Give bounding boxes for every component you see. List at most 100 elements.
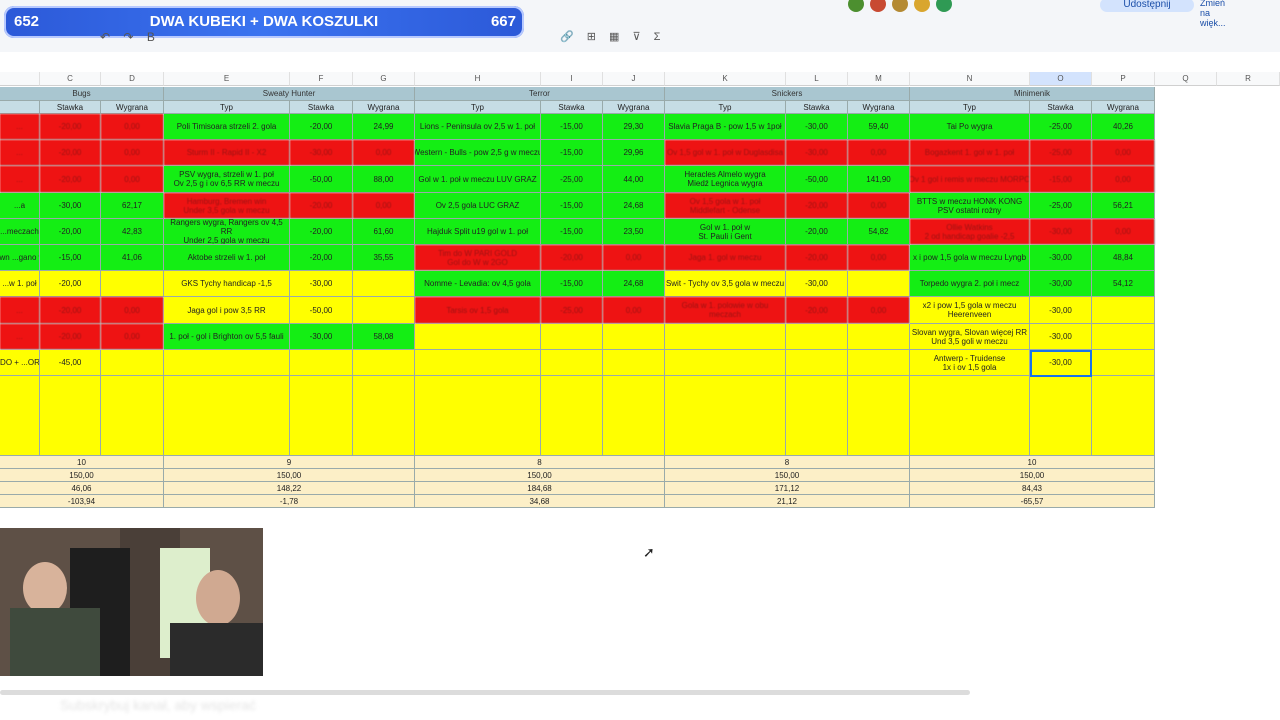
bet-type-cell[interactable]: x2 i pow 1,5 gola w meczu Heerenveen <box>910 297 1030 324</box>
extension-icon[interactable] <box>870 0 886 12</box>
empty-bet-cell[interactable] <box>40 376 101 456</box>
bet-type-cell[interactable]: Gola w 1. polowie w obu meczach <box>665 297 786 324</box>
win-cell[interactable] <box>353 271 415 297</box>
win-cell[interactable]: 0,00 <box>1092 219 1155 245</box>
bet-type-cell[interactable]: Nomme - Levadia: ov 4,5 gola <box>415 271 541 297</box>
bet-type-cell[interactable]: Hajduk Split u19 gol w 1. poł <box>415 219 541 245</box>
stake-cell[interactable]: -25,00 <box>541 297 603 324</box>
win-cell[interactable]: 0,00 <box>101 140 164 166</box>
bet-type-cell[interactable]: ...w 1. poł <box>0 271 40 297</box>
stake-cell[interactable]: -20,00 <box>290 245 353 271</box>
stake-cell[interactable] <box>541 324 603 350</box>
bet-type-cell[interactable] <box>665 350 786 376</box>
win-cell[interactable]: 0,00 <box>603 245 665 271</box>
empty-bet-cell[interactable] <box>1092 376 1155 456</box>
empty-bet-cell[interactable] <box>164 376 290 456</box>
bet-type-cell[interactable]: Poli Timisoara strzeli 2. gola <box>164 114 290 140</box>
extension-icon[interactable] <box>914 0 930 12</box>
bet-type-cell[interactable]: ... <box>0 114 40 140</box>
stake-cell[interactable]: -30,00 <box>786 271 848 297</box>
bet-type-cell[interactable]: ... <box>0 140 40 166</box>
stake-cell[interactable]: -30,00 <box>40 193 101 219</box>
bet-type-cell[interactable]: Rangers wygra, Rangers ov 4,5 RR Under 2,… <box>164 219 290 245</box>
column-header-r[interactable]: R <box>1217 72 1280 86</box>
bet-type-cell[interactable]: Ov 1 gol i remis w meczu MORPO <box>910 166 1030 193</box>
win-cell[interactable]: 0,00 <box>848 297 910 324</box>
stake-cell[interactable]: -30,00 <box>1030 245 1092 271</box>
bet-type-cell[interactable] <box>665 324 786 350</box>
stake-cell[interactable]: -50,00 <box>290 166 353 193</box>
win-cell[interactable]: 0,00 <box>101 297 164 324</box>
stake-cell[interactable]: -30,00 <box>1030 271 1092 297</box>
stake-cell[interactable]: -20,00 <box>40 166 101 193</box>
win-cell[interactable] <box>101 350 164 376</box>
stake-cell[interactable]: -30,00 <box>1030 297 1092 324</box>
stake-cell[interactable]: -30,00 <box>290 324 353 350</box>
bet-type-cell[interactable]: Tim do W PARI GOLD Gol do W w 2GO <box>415 245 541 271</box>
win-cell[interactable]: 61,60 <box>353 219 415 245</box>
stake-cell[interactable]: -30,00 <box>290 271 353 297</box>
empty-bet-cell[interactable] <box>1030 376 1092 456</box>
bet-type-cell[interactable]: Tarsis ov 1,5 gola <box>415 297 541 324</box>
stake-cell[interactable]: -20,00 <box>40 219 101 245</box>
stake-cell[interactable]: -30,00 <box>786 114 848 140</box>
win-cell[interactable] <box>353 350 415 376</box>
win-cell[interactable] <box>848 350 910 376</box>
win-cell[interactable]: 29,30 <box>603 114 665 140</box>
win-cell[interactable] <box>1092 297 1155 324</box>
undo-icon[interactable]: ↶ <box>100 30 110 44</box>
win-cell[interactable]: 0,00 <box>1092 140 1155 166</box>
bet-type-cell[interactable]: PSV wygra, strzeli w 1. poł Ov 2,5 g i ov… <box>164 166 290 193</box>
bet-type-cell[interactable]: Swit - Tychy ov 3,5 gola w meczu <box>665 271 786 297</box>
bet-type-cell[interactable]: Ov 2,5 gola LUC GRAZ <box>415 193 541 219</box>
stake-cell[interactable]: -20,00 <box>40 324 101 350</box>
win-cell[interactable] <box>603 324 665 350</box>
bet-type-cell[interactable]: ... <box>0 166 40 193</box>
win-cell[interactable] <box>1092 324 1155 350</box>
bet-type-cell[interactable]: Ov 1,5 gol w 1. poł w Duglasdisa <box>665 140 786 166</box>
stake-cell[interactable]: -20,00 <box>40 140 101 166</box>
column-header-e[interactable]: E <box>164 72 290 86</box>
empty-bet-cell[interactable] <box>910 376 1030 456</box>
win-cell[interactable] <box>101 271 164 297</box>
bet-type-cell[interactable]: ... <box>0 324 40 350</box>
bet-type-cell[interactable]: 1. poł - gol i Brighton ov 5,5 fauli <box>164 324 290 350</box>
stake-cell[interactable] <box>786 350 848 376</box>
stake-cell[interactable]: -20,00 <box>40 271 101 297</box>
win-cell[interactable]: 0,00 <box>101 166 164 193</box>
column-header-o[interactable]: O <box>1030 72 1092 86</box>
link-icon[interactable]: 🔗 <box>560 31 574 43</box>
empty-bet-cell[interactable] <box>603 376 665 456</box>
bet-type-cell[interactable]: x i pow 1,5 gola w meczu Lyngb <box>910 245 1030 271</box>
stake-cell[interactable]: -20,00 <box>290 193 353 219</box>
bet-type-cell[interactable]: GKS Tychy handicap -1,5 <box>164 271 290 297</box>
win-cell[interactable]: 58,08 <box>353 324 415 350</box>
empty-bet-cell[interactable] <box>415 376 541 456</box>
column-header-n[interactable]: N <box>910 72 1030 86</box>
win-cell[interactable]: 56,21 <box>1092 193 1155 219</box>
stake-cell[interactable]: -15,00 <box>541 114 603 140</box>
column-header-m[interactable]: M <box>848 72 910 86</box>
stake-cell[interactable]: -30,00 <box>1030 219 1092 245</box>
win-cell[interactable]: 0,00 <box>353 140 415 166</box>
expand-button[interactable]: Zmień na więk... <box>1200 0 1226 28</box>
stake-cell[interactable]: -20,00 <box>786 297 848 324</box>
win-cell[interactable]: 88,00 <box>353 166 415 193</box>
stake-cell[interactable]: -15,00 <box>1030 166 1092 193</box>
stake-cell[interactable]: -25,00 <box>1030 140 1092 166</box>
empty-bet-cell[interactable] <box>541 376 603 456</box>
share-button[interactable]: Udostępnij <box>1100 0 1194 12</box>
bet-type-cell[interactable]: Gol w 1. poł w St. Pauli i Gent <box>665 219 786 245</box>
win-cell[interactable] <box>353 297 415 324</box>
win-cell[interactable]: 35,55 <box>353 245 415 271</box>
stake-cell[interactable]: -15,00 <box>541 193 603 219</box>
win-cell[interactable]: 0,00 <box>848 140 910 166</box>
win-cell[interactable]: 141,90 <box>848 166 910 193</box>
bet-type-cell[interactable]: Jaga gol i pow 3,5 RR <box>164 297 290 324</box>
stake-cell[interactable] <box>541 350 603 376</box>
stake-cell[interactable]: -30,00 <box>290 140 353 166</box>
bet-type-cell[interactable]: Torpedo wygra 2. poł i mecz <box>910 271 1030 297</box>
empty-bet-cell[interactable] <box>101 376 164 456</box>
bet-type-cell[interactable]: Ollie Watkins 2 od handicap goalie -2,5 <box>910 219 1030 245</box>
bet-type-cell[interactable]: Tai Po wygra <box>910 114 1030 140</box>
